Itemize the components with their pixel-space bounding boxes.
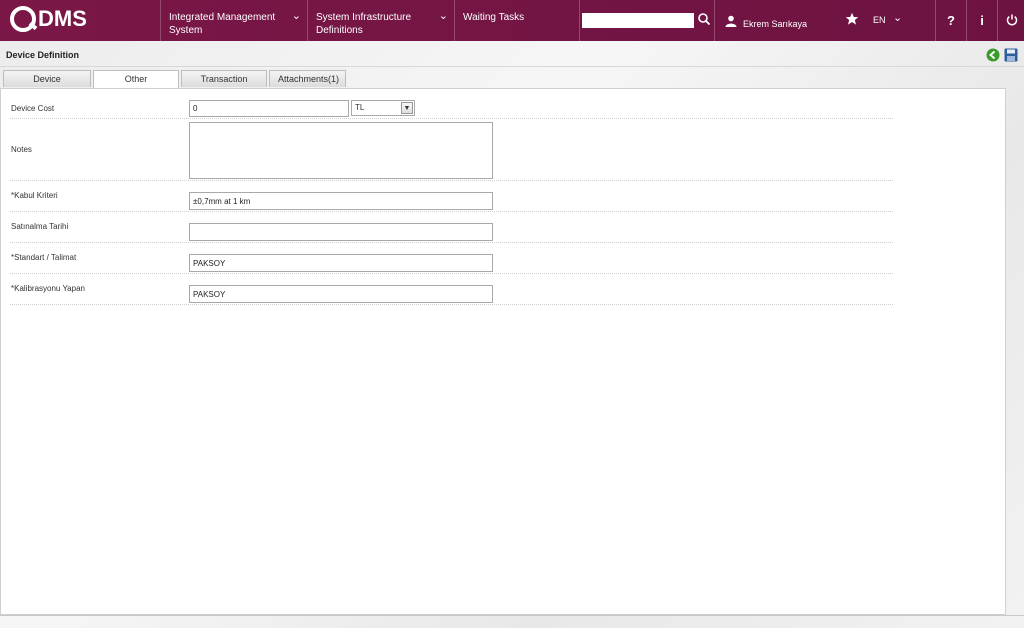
standart-talimat-input[interactable] — [189, 254, 493, 272]
nav-label-line1: Waiting Tasks — [463, 12, 525, 23]
chevron-down-icon: ⌄ — [291, 10, 301, 22]
nav-integrated-management-system[interactable]: Integrated Management System ⌄ — [160, 0, 307, 41]
device-cost-input[interactable] — [189, 100, 349, 117]
nav-label-line1: System Infrastructure — [316, 12, 412, 23]
logo-q-icon — [10, 6, 36, 32]
tab-attachments[interactable]: Attachments(1) — [269, 70, 346, 87]
footer-divider — [0, 615, 1024, 616]
back-arrow-icon[interactable] — [986, 48, 1000, 62]
tab-transaction-types[interactable]: Transaction Types — [181, 70, 267, 101]
currency-select[interactable]: TL ▼ — [351, 100, 415, 116]
chevron-down-icon[interactable]: ▼ — [401, 102, 413, 114]
info-button[interactable]: i — [966, 0, 997, 41]
chevron-down-icon: ⌄ — [438, 10, 448, 22]
row-divider — [10, 273, 893, 274]
kalibrasyonu-yapan-label: *Kalibrasyonu Yapan — [11, 284, 85, 293]
currency-value: TL — [355, 103, 365, 112]
satinalma-tarihi-label: Satınalma Tarihi — [11, 222, 69, 231]
kalibrasyonu-yapan-input[interactable] — [189, 285, 493, 303]
user-icon — [725, 15, 737, 27]
row-divider — [10, 180, 893, 181]
kabul-kriteri-input[interactable] — [189, 192, 493, 210]
tab-other-information[interactable]: Other Information — [93, 70, 179, 101]
logo[interactable]: DMS — [10, 6, 87, 32]
language-selector[interactable]: EN — [873, 15, 886, 25]
search-icon[interactable] — [697, 12, 711, 26]
header-divider — [0, 66, 1024, 67]
search-input[interactable] — [582, 13, 694, 28]
nav-label-line1: Integrated Management — [169, 12, 276, 23]
logo-text: DMS — [38, 6, 87, 31]
standart-talimat-label: *Standart / Talimat — [11, 253, 77, 262]
power-icon — [1006, 14, 1017, 26]
device-cost-label: Device Cost — [11, 104, 55, 113]
row-divider — [10, 242, 893, 243]
nav-label-line2: System — [169, 25, 203, 36]
nav-waiting-tasks[interactable]: Waiting Tasks — [454, 0, 580, 41]
top-bar: DMS Integrated Management System ⌄ Syste… — [0, 0, 1024, 41]
tab-bar: Device Information Other Information Tra… — [3, 70, 348, 101]
nav-system-infrastructure-definitions[interactable]: System Infrastructure Definitions ⌄ — [307, 0, 454, 41]
row-divider — [10, 118, 893, 119]
help-button[interactable]: ? — [935, 0, 966, 41]
save-icon[interactable] — [1004, 48, 1018, 62]
nav-label-line2: Definitions — [316, 25, 363, 36]
chevron-down-icon[interactable]: ⌄ — [893, 11, 902, 24]
tab-device-information[interactable]: Device Information — [3, 70, 91, 101]
user-menu[interactable]: Ekrem Sarıkaya — [714, 0, 807, 41]
logout-button[interactable] — [997, 0, 1024, 41]
row-divider — [10, 304, 893, 305]
page-title: Device Definition — [6, 50, 80, 60]
kabul-kriteri-label: *Kabul Kriteri — [11, 191, 58, 200]
row-divider — [10, 211, 893, 212]
notes-label: Notes — [11, 145, 32, 154]
user-name: Ekrem Sarıkaya — [743, 18, 808, 29]
favorites-star-icon[interactable] — [845, 12, 859, 26]
form-panel: Device Cost TL ▼ Notes *Kabul Kriteri Sa… — [0, 88, 1006, 615]
notes-textarea[interactable] — [189, 122, 493, 179]
satinalma-tarihi-input[interactable] — [189, 223, 493, 241]
main-nav: Integrated Management System ⌄ System In… — [160, 0, 580, 41]
